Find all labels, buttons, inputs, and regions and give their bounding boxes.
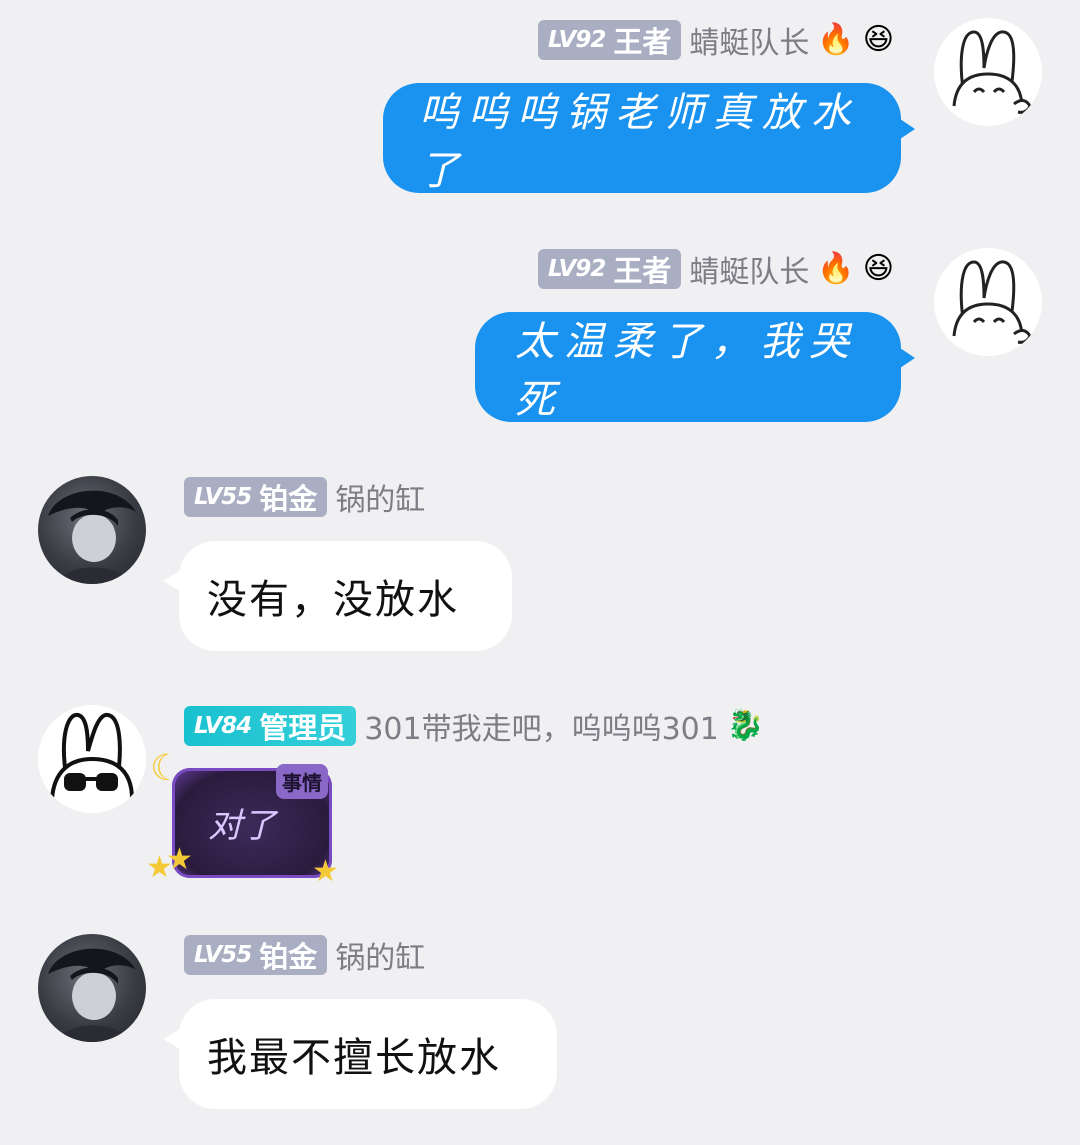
star-decoration-icon: ★	[312, 854, 339, 889]
anime-avatar-icon[interactable]	[38, 934, 146, 1042]
bunny-avatar-icon[interactable]	[934, 18, 1042, 126]
dragon-emoji-icon: 🐉	[726, 708, 765, 743]
sender-nickname[interactable]: 锅的缸	[335, 933, 425, 977]
bubble-tail	[163, 569, 183, 593]
laughing-emoji-icon: 😆	[862, 22, 894, 57]
message-bubble[interactable]: 呜呜呜锅老师真放水了	[383, 83, 915, 194]
sender-nickname[interactable]: 蜻蜓队长	[689, 247, 809, 291]
bubble-tail	[163, 1027, 183, 1051]
bubble-tail	[897, 117, 915, 141]
laughing-emoji-icon: 😆	[862, 251, 894, 286]
star-decoration-icon: ★	[166, 842, 193, 877]
sender-meta: LV55 铂金 锅的缸	[184, 934, 425, 976]
admin-badge[interactable]: LV84 管理员	[184, 706, 357, 746]
bubble-tail	[897, 346, 915, 370]
message-text: 太温柔了，我哭死	[515, 319, 858, 423]
sender-meta: LV84 管理员 301带我走吧，呜呜呜301 🐉	[184, 705, 764, 747]
message-text: 没有，没放水	[207, 577, 459, 623]
level-badge[interactable]: LV55 铂金	[184, 477, 328, 517]
bunny-avatar-icon[interactable]	[934, 248, 1042, 356]
sticker-message[interactable]: 对了 事情	[172, 764, 332, 878]
sender-meta: LV55 铂金 锅的缸	[184, 476, 425, 518]
sender-nickname[interactable]: 蜻蜓队长	[689, 18, 809, 62]
message-bubble[interactable]: 我最不擅长放水	[163, 999, 557, 1109]
fire-emoji-icon: 🔥	[817, 251, 855, 286]
message-bubble[interactable]: 没有，没放水	[163, 541, 512, 651]
sticker-tag: 事情	[276, 764, 328, 799]
sender-meta: LV92 王者 蜻蜓队长 🔥 😆	[538, 248, 894, 290]
sender-meta: LV92 王者 蜻蜓队长 🔥 😆	[538, 19, 894, 61]
level-badge[interactable]: LV92 王者	[538, 20, 682, 60]
level-badge[interactable]: LV92 王者	[538, 249, 682, 289]
sender-nickname[interactable]: 301带我走吧，呜呜呜301	[364, 704, 719, 748]
anime-avatar-icon[interactable]	[38, 476, 146, 584]
sender-nickname[interactable]: 锅的缸	[335, 475, 425, 519]
sticker-text: 对了	[208, 806, 276, 846]
message-bubble[interactable]: 太温柔了，我哭死	[475, 312, 915, 423]
level-badge[interactable]: LV55 铂金	[184, 935, 328, 975]
message-text: 我最不擅长放水	[207, 1035, 501, 1081]
message-text: 呜呜呜锅老师真放水了	[419, 90, 860, 194]
fire-emoji-icon: 🔥	[817, 22, 855, 57]
bunny-sunglasses-avatar-icon[interactable]	[38, 705, 146, 813]
